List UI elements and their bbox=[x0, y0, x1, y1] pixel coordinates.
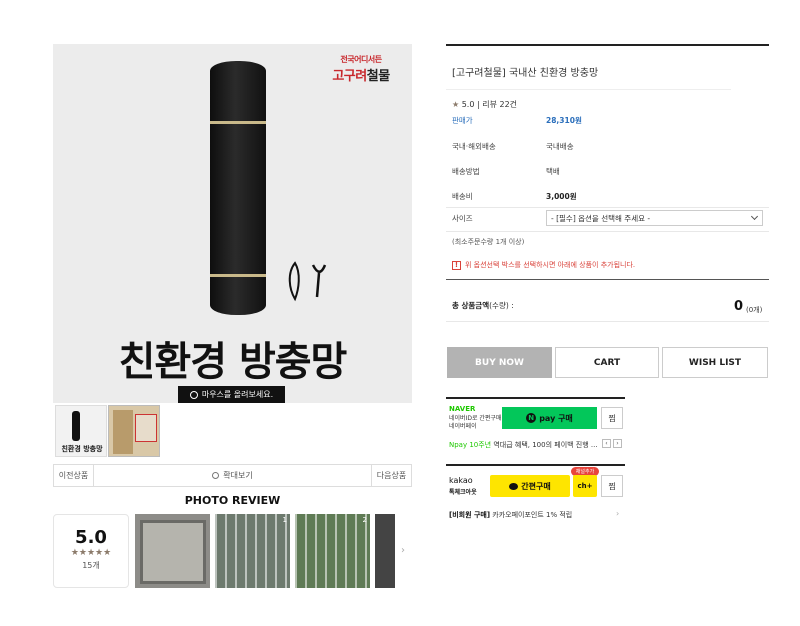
naver-pay-label: pay 구매 bbox=[539, 413, 573, 423]
kakao-logo: kakao bbox=[449, 476, 473, 485]
zoom-button[interactable]: 확대보기 bbox=[94, 465, 371, 486]
naver-pay-button[interactable]: N pay 구매 bbox=[502, 407, 597, 429]
shipping-method-label: 배송방법 bbox=[452, 167, 480, 176]
thumbnail-2[interactable] bbox=[108, 405, 160, 457]
size-select-value: - [필수] 옵션을 선택해 주세요 - bbox=[551, 213, 651, 223]
kakao-subtitle: 톡체크아웃 bbox=[449, 489, 477, 496]
divider bbox=[446, 231, 769, 232]
divider bbox=[446, 279, 769, 280]
wish-list-button[interactable]: WISH LIST bbox=[662, 347, 768, 378]
option-notice-text: 위 옵션선택 박스를 선택하시면 아래에 상품이 추가됩니다. bbox=[465, 261, 636, 269]
kakao-wishlist-button[interactable]: 찜 bbox=[601, 475, 623, 497]
min-order-note: (최소주문수량 1개 이상) bbox=[452, 238, 525, 246]
naver-promo[interactable]: Npay 10주년 역대급 혜택, 100의 페이백 진행 ... bbox=[449, 440, 598, 450]
review-count: 15개 bbox=[82, 561, 100, 570]
velcro-strap-image bbox=[288, 261, 327, 302]
naver-promo-nav: ‹ › bbox=[602, 439, 622, 448]
size-label: 사이즈 bbox=[452, 214, 473, 223]
prev-product-button[interactable]: 이전상품 bbox=[54, 465, 94, 486]
zoom-label: 확대보기 bbox=[223, 471, 253, 480]
shipping-type-label: 국내·해외배송 bbox=[452, 142, 496, 151]
shipping-fee-value: 3,000원 bbox=[546, 192, 577, 201]
brand-logo: 전국어디서든 고구려철물 bbox=[320, 54, 402, 96]
shipping-method-value: 택배 bbox=[546, 167, 560, 176]
review-photo-4[interactable] bbox=[375, 514, 395, 588]
review-score: 5.0 bbox=[75, 527, 107, 548]
next-product-button[interactable]: 다음상품 bbox=[371, 465, 411, 486]
review-photo-1[interactable] bbox=[135, 514, 210, 588]
search-icon bbox=[212, 472, 220, 479]
naver-logo: NAVER bbox=[449, 405, 476, 413]
chevron-right-icon[interactable]: › bbox=[613, 439, 622, 448]
naver-wishlist-button[interactable]: 찜 bbox=[601, 407, 623, 429]
naver-n-icon: N bbox=[526, 413, 537, 423]
total-quantity: (0개) bbox=[746, 306, 763, 314]
size-select[interactable]: - [필수] 옵션을 선택해 주세요 - bbox=[546, 210, 763, 226]
divider bbox=[446, 321, 769, 322]
thumbnail-1-text: 친환경 방충망 bbox=[61, 445, 103, 453]
screen-roll-image bbox=[210, 61, 266, 315]
cart-button[interactable]: CART bbox=[555, 347, 659, 378]
naver-subtitle: 네이버ID로 간편구매 네이버페이 bbox=[449, 415, 502, 430]
divider bbox=[446, 207, 769, 208]
kakao-buy-button[interactable]: 간편구매 bbox=[490, 475, 570, 497]
kakao-buy-label: 간편구매 bbox=[521, 481, 551, 491]
kakao-checkout-box: kakao 톡체크아웃 간편구매 채널추가 ch+ 찜 [비회원 구매] 카카오… bbox=[446, 464, 625, 520]
divider bbox=[446, 44, 769, 46]
review-photo-2[interactable]: 1 bbox=[215, 514, 290, 588]
price-label: 판매가 bbox=[452, 116, 473, 125]
total-price-label: 총 상품금액(수량) : bbox=[452, 301, 514, 310]
brand-name: 고구려철물 bbox=[332, 69, 390, 84]
buy-now-button[interactable]: BUY NOW bbox=[447, 347, 552, 378]
option-notice: ! 위 옵션선택 박스를 선택하시면 아래에 상품이 추가됩니다. bbox=[452, 260, 635, 270]
zoom-hint-text: 마우스를 올려보세요. bbox=[201, 390, 274, 399]
kakao-channel-add-button[interactable]: ch+ bbox=[573, 475, 597, 497]
zoom-hint: 마우스를 올려보세요. bbox=[178, 386, 285, 403]
brand-tagline: 전국어디서든 bbox=[340, 55, 382, 64]
photo-review-title: PHOTO REVIEW bbox=[184, 494, 281, 507]
rating-text: 5.0 | 리뷰 22건 bbox=[461, 100, 518, 109]
alert-icon: ! bbox=[452, 260, 461, 270]
gallery-nav: 이전상품 확대보기 다음상품 bbox=[53, 464, 412, 487]
shipping-type-value: 국내배송 bbox=[546, 142, 574, 151]
chevron-right-icon[interactable]: › bbox=[616, 509, 619, 518]
divider bbox=[446, 89, 731, 90]
review-photo-3[interactable]: 2 bbox=[295, 514, 370, 588]
rating-summary[interactable]: ★ 5.0 | 리뷰 22건 bbox=[452, 99, 517, 110]
total-price-value: 0 bbox=[734, 299, 744, 314]
product-name: [고구려철물] 국내산 친환경 방충망 bbox=[452, 68, 599, 79]
naver-pay-box: NAVER 네이버ID로 간편구매 네이버페이 N pay 구매 찜 Npay 1… bbox=[446, 397, 625, 453]
main-product-image[interactable]: 전국어디서든 고구려철물 친환경 방충망 마우스를 올려보세요. bbox=[53, 44, 412, 403]
thumbnail-1[interactable]: 친환경 방충망 bbox=[55, 405, 107, 457]
review-photo-count: 1 bbox=[282, 516, 287, 524]
price-value: 28,310원 bbox=[546, 116, 582, 125]
star-icon: ★ bbox=[452, 100, 460, 109]
review-stars: ★★★★★ bbox=[70, 548, 112, 558]
hero-title: 친환경 방충망 bbox=[118, 339, 348, 385]
review-photo-count: 2 bbox=[362, 516, 367, 524]
kakao-talk-icon bbox=[509, 482, 519, 490]
chevron-right-icon[interactable]: › bbox=[401, 545, 405, 556]
chevron-left-icon[interactable]: ‹ bbox=[602, 439, 611, 448]
review-score-card: 5.0 ★★★★★ 15개 bbox=[53, 514, 129, 588]
magnifier-icon bbox=[189, 390, 198, 399]
kakao-promo[interactable]: [비회원 구매] 카카오페이포인트 1% 적립 bbox=[449, 510, 572, 520]
shipping-fee-label: 배송비 bbox=[452, 192, 473, 201]
chevron-down-icon bbox=[750, 212, 759, 221]
